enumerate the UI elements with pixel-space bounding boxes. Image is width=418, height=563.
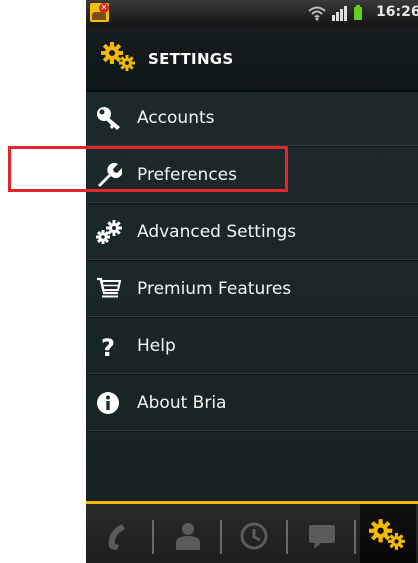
page-title: SETTINGS — [148, 50, 234, 68]
status-time: 16:26 — [376, 4, 418, 20]
battery-icon — [354, 5, 362, 20]
status-bar: ✕ 16:26 — [86, 0, 418, 26]
tab-divider — [220, 520, 222, 554]
cart-icon — [97, 277, 122, 298]
question-icon: ? — [101, 334, 115, 358]
tab-divider — [286, 520, 288, 554]
gears-icon — [96, 220, 122, 244]
menu-item-advanced-settings[interactable]: Advanced Settings — [86, 204, 418, 261]
info-icon — [97, 392, 119, 414]
contacts-icon — [176, 523, 200, 550]
tab-settings[interactable] — [360, 504, 416, 563]
menu-item-help[interactable]: ? Help — [86, 318, 418, 375]
tab-messages[interactable] — [294, 512, 350, 560]
bria-app-icon: ✕ — [90, 3, 109, 22]
settings-menu: Accounts Preferences Advanced Settings P… — [86, 90, 418, 432]
phone-screen: ✕ 16:26 SETTINGS Accounts Preferences Ad… — [86, 0, 418, 563]
menu-item-label: Help — [137, 336, 176, 356]
phone-icon — [108, 524, 125, 550]
menu-item-about-bria[interactable]: About Bria — [86, 375, 418, 432]
tab-history[interactable] — [226, 512, 282, 560]
tab-contacts[interactable] — [160, 512, 216, 560]
menu-item-preferences[interactable]: Preferences — [86, 147, 418, 204]
menu-item-label: Preferences — [137, 165, 237, 185]
menu-item-label: About Bria — [137, 393, 227, 413]
wrench-icon — [98, 163, 122, 187]
tab-divider — [152, 520, 154, 554]
menu-item-premium-features[interactable]: Premium Features — [86, 261, 418, 318]
bottom-tab-bar — [86, 501, 418, 563]
menu-item-accounts[interactable]: Accounts — [86, 90, 418, 147]
messages-icon — [309, 525, 335, 549]
gears-icon — [101, 42, 135, 71]
menu-item-label: Accounts — [137, 108, 215, 128]
svg-text:?: ? — [101, 334, 115, 358]
tab-phone[interactable] — [92, 512, 148, 560]
key-icon — [97, 107, 120, 130]
settings-icon — [369, 519, 405, 550]
tab-divider — [354, 520, 356, 554]
menu-item-label: Advanced Settings — [137, 222, 297, 242]
wifi-icon — [308, 6, 326, 21]
menu-item-label: Premium Features — [137, 279, 292, 299]
header: SETTINGS — [86, 26, 418, 92]
signal-icon — [332, 6, 347, 21]
history-icon — [240, 522, 268, 550]
